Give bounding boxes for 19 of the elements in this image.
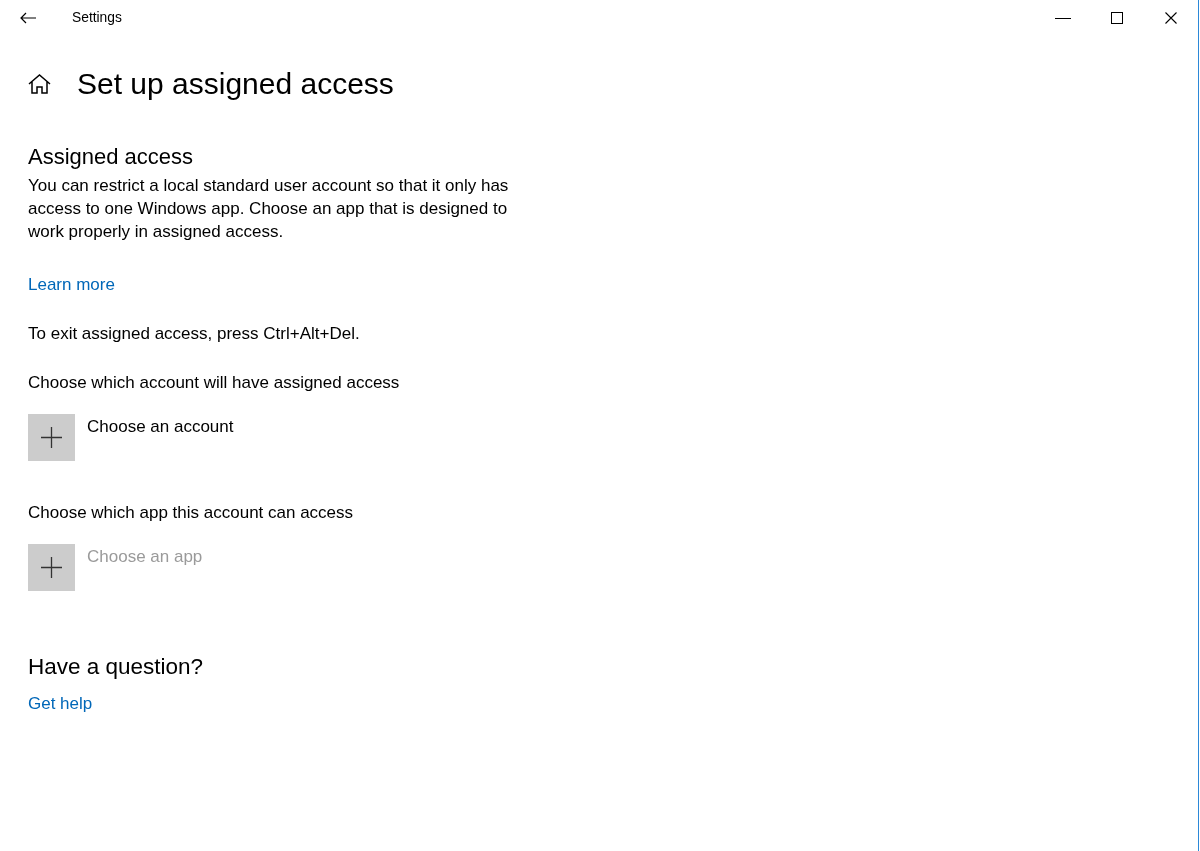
- back-arrow-icon: [20, 12, 36, 24]
- help-heading: Have a question?: [28, 654, 204, 679]
- window-title: Settings: [72, 8, 122, 27]
- add-button[interactable]: Choose an account: [28, 414, 234, 461]
- maximize-icon: [1111, 12, 1123, 24]
- plus-tile-icon: [28, 544, 75, 591]
- minimize-icon: [1055, 17, 1071, 19]
- home-icon: [28, 74, 51, 94]
- prompt-text: Choose which account will have assigned access: [28, 373, 400, 392]
- home-button[interactable]: [28, 74, 51, 94]
- get-help-link[interactable]: Get help: [28, 692, 93, 715]
- close-icon: [1165, 12, 1177, 24]
- description-text: You can restrict a local standard user account so that it only has access to one Windows app. Choose an app that is designed to work properly in assigned access.: [28, 176, 509, 241]
- page-title: Set up assigned access: [77, 66, 394, 102]
- section-heading: Assigned access: [28, 144, 194, 169]
- exit-note-text: To exit assigned access, press Ctrl+Alt+Del.: [28, 324, 360, 343]
- plus-tile-icon: [28, 414, 75, 461]
- learn-more-link[interactable]: Learn more: [28, 275, 115, 294]
- prompt-text: Choose which app this account can access: [28, 503, 354, 522]
